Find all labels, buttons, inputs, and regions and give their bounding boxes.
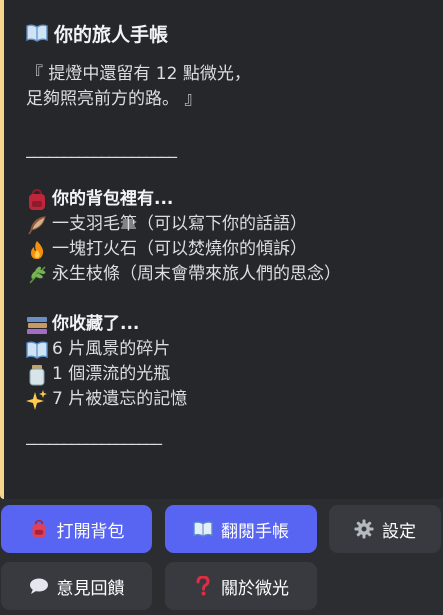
settings-button[interactable]: 設定 — [329, 505, 441, 553]
embed-body: 『 提燈中還留有 12 點微光， 足夠照亮前方的路。 』 ___________… — [26, 62, 431, 449]
list-item: 一塊打火石（可以焚燒你的傾訴） — [26, 237, 431, 262]
list-item: 6 片風景的碎片 — [26, 337, 431, 362]
read-journal-label: 翻閱手帳 — [221, 521, 289, 542]
list-item: 1 個漂流的光瓶 — [26, 362, 431, 387]
books-icon — [26, 314, 48, 336]
open-backpack-button[interactable]: 打開背包 — [1, 505, 152, 553]
settings-label: 設定 — [382, 521, 416, 542]
open-book-icon — [26, 339, 48, 361]
item-text: 6 片風景的碎片 — [52, 339, 171, 359]
list-item: 7 片被遺忘的記憶 — [26, 387, 431, 412]
feedback-label: 意見回饋 — [56, 578, 125, 599]
list-item: 永生枝條（周末會帶來旅人們的思念） — [26, 262, 431, 287]
intro-line-2: 足夠照亮前方的路。 』 — [26, 89, 202, 109]
feather-icon — [26, 214, 48, 236]
item-text: 7 片被遺忘的記憶 — [52, 389, 188, 409]
about-label: 關於微光 — [221, 578, 289, 599]
list-item: 一支羽毛筆（可以寫下你的話語） — [26, 212, 431, 237]
open-book-icon — [26, 22, 48, 44]
open-backpack-label: 打開背包 — [56, 521, 125, 542]
sparkles-icon — [26, 389, 48, 411]
embed-title-row: 你的旅人手帳 — [26, 18, 431, 48]
herb-icon — [26, 264, 48, 286]
collection-header: 你收藏了... — [26, 312, 431, 337]
jar-icon — [26, 364, 48, 386]
gear-icon — [354, 519, 374, 539]
item-text: 一支羽毛筆（可以寫下你的話語） — [52, 214, 307, 234]
question-mark-icon — [193, 576, 213, 596]
collection-header-label: 你收藏了... — [52, 314, 140, 334]
read-journal-button[interactable]: 翻閱手帳 — [165, 505, 317, 553]
divider-1: ____________________ — [26, 139, 177, 159]
intro-line-1: 『 提燈中還留有 12 點微光， — [26, 64, 251, 84]
backpack-icon — [26, 188, 48, 211]
feedback-button[interactable]: 意見回饋 — [1, 562, 152, 610]
backpack-header-label: 你的背包裡有... — [52, 189, 174, 209]
item-text: 一塊打火石（可以焚燒你的傾訴） — [52, 239, 307, 259]
item-text: 1 個漂流的光瓶 — [52, 364, 171, 384]
item-text: 永生枝條（周末會帶來旅人們的思念） — [52, 264, 341, 284]
fire-icon — [26, 239, 48, 261]
backpack-header: 你的背包裡有... — [26, 187, 431, 212]
embed-title: 你的旅人手帳 — [54, 23, 169, 46]
open-book-icon — [193, 519, 213, 539]
divider-2: __________________ — [26, 426, 162, 446]
backpack-icon — [29, 519, 49, 539]
about-button[interactable]: 關於微光 — [165, 562, 317, 610]
speech-bubble-icon — [29, 576, 49, 596]
journal-embed: 你的旅人手帳 『 提燈中還留有 12 點微光， 足夠照亮前方的路。 』 ____… — [0, 0, 443, 499]
